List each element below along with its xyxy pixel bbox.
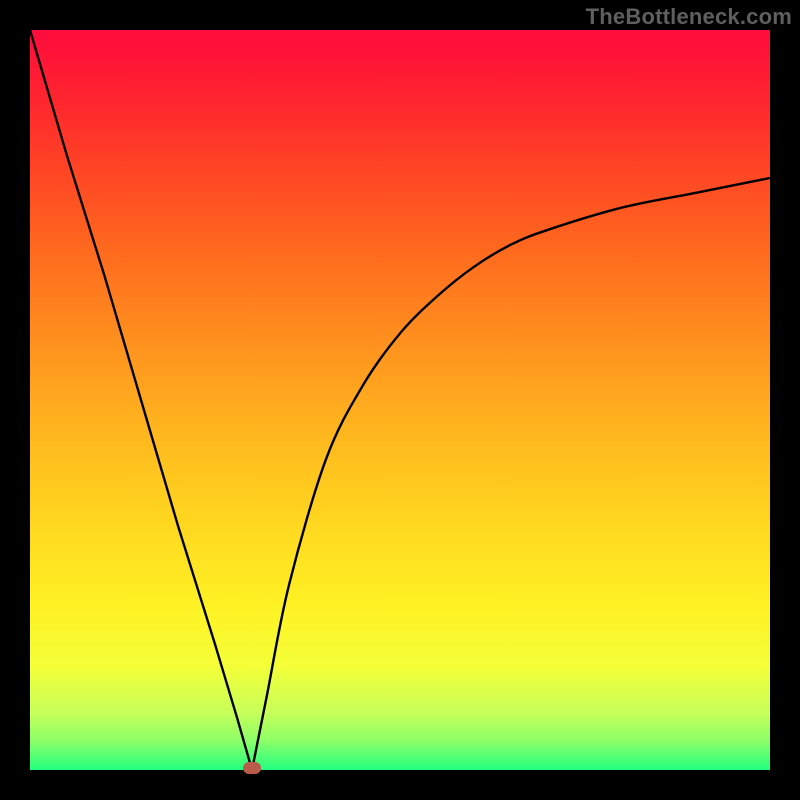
min-marker bbox=[243, 762, 261, 774]
curve-svg bbox=[30, 30, 770, 770]
plot-area bbox=[30, 30, 770, 770]
bottleneck-curve bbox=[30, 30, 770, 770]
chart-frame: TheBottleneck.com bbox=[0, 0, 800, 800]
watermark-text: TheBottleneck.com bbox=[586, 4, 792, 30]
